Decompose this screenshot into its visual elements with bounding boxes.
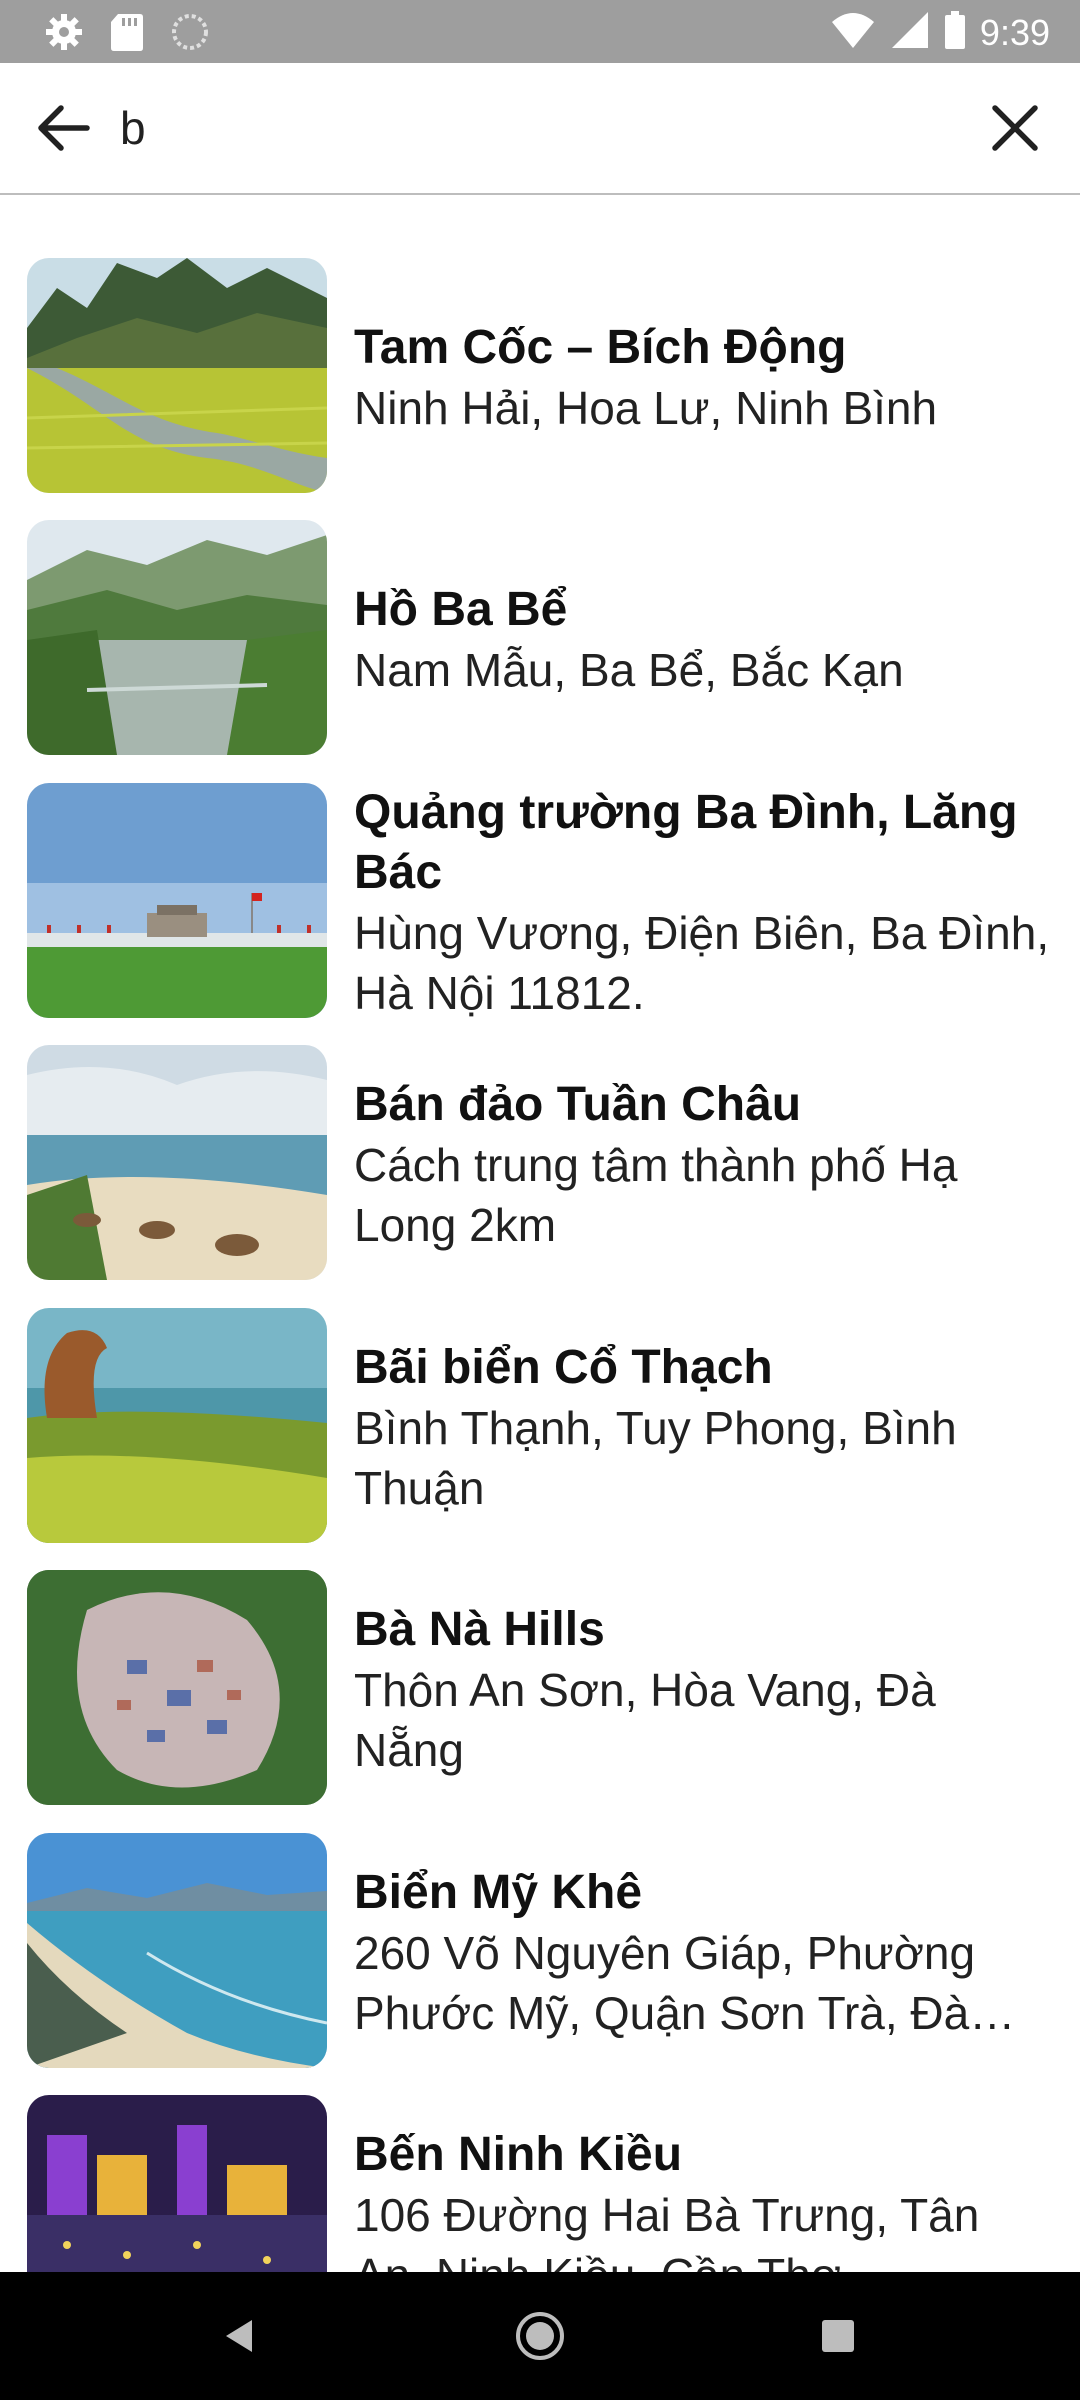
result-title: Quảng trường Ba Đình, Lăng Bác bbox=[354, 786, 1018, 899]
result-thumbnail bbox=[27, 1045, 327, 1280]
results-list: Tam Cốc – Bích Động Ninh Hải, Hoa Lư, Ni… bbox=[0, 195, 1080, 2272]
clear-search-button[interactable] bbox=[980, 93, 1050, 163]
result-title: Bến Ninh Kiều bbox=[354, 2128, 683, 2181]
back-button[interactable] bbox=[28, 93, 98, 163]
result-text: Tam Cốc – Bích Động Ninh Hải, Hoa Lư, Ni… bbox=[354, 318, 1054, 438]
result-thumbnail bbox=[27, 1570, 327, 1805]
result-text: Biển Mỹ Khê 260 Võ Nguyên Giáp, Phường P… bbox=[354, 1863, 1054, 2043]
settings-icon bbox=[44, 12, 84, 57]
result-item[interactable]: Bà Nà Hills Thôn An Sơn, Hòa Vang, Đà Nẵ… bbox=[0, 1570, 1080, 1832]
search-input[interactable] bbox=[120, 91, 940, 165]
close-icon bbox=[992, 105, 1038, 151]
navigation-bar bbox=[0, 2272, 1080, 2400]
result-thumbnail bbox=[27, 783, 327, 1018]
result-text: Bến Ninh Kiều 106 Đường Hai Bà Trưng, Tâ… bbox=[354, 2125, 1054, 2272]
result-title: Bà Nà Hills bbox=[354, 1603, 605, 1656]
nav-home-button[interactable] bbox=[510, 2306, 570, 2366]
result-title: Hồ Ba Bể bbox=[354, 583, 568, 636]
result-item[interactable]: Tam Cốc – Bích Động Ninh Hải, Hoa Lư, Ni… bbox=[0, 258, 1080, 520]
result-item[interactable]: Quảng trường Ba Đình, Lăng Bác Hùng Vươn… bbox=[0, 783, 1080, 1045]
status-bar: 9:39 bbox=[0, 0, 1080, 63]
result-text: Bãi biển Cổ Thạch Bình Thạnh, Tuy Phong,… bbox=[354, 1338, 1054, 1518]
cell-signal-icon bbox=[890, 10, 930, 55]
result-thumbnail bbox=[27, 520, 327, 755]
wifi-icon bbox=[830, 10, 876, 55]
result-title: Bãi biển Cổ Thạch bbox=[354, 1341, 773, 1394]
result-thumbnail bbox=[27, 1308, 327, 1543]
result-thumbnail bbox=[27, 258, 327, 493]
status-left-icons bbox=[44, 12, 210, 57]
recents-square-icon bbox=[822, 2320, 854, 2352]
result-item[interactable]: Bán đảo Tuần Châu Cách trung tâm thành p… bbox=[0, 1045, 1080, 1307]
result-address: Nam Mẫu, Ba Bể, Bắc Kạn bbox=[354, 644, 904, 696]
result-address: 106 Đường Hai Bà Trưng, Tân An, Ninh Kiề… bbox=[354, 2189, 980, 2272]
sd-card-icon bbox=[110, 12, 144, 57]
result-item[interactable]: Bãi biển Cổ Thạch Bình Thạnh, Tuy Phong,… bbox=[0, 1308, 1080, 1570]
result-title: Tam Cốc – Bích Động bbox=[354, 321, 847, 374]
result-thumbnail bbox=[27, 1833, 327, 2068]
result-title: Biển Mỹ Khê bbox=[354, 1866, 643, 1919]
result-address: Thôn An Sơn, Hòa Vang, Đà Nẵng bbox=[354, 1664, 936, 1776]
result-item[interactable]: Biển Mỹ Khê 260 Võ Nguyên Giáp, Phường P… bbox=[0, 1833, 1080, 2095]
result-text: Bán đảo Tuần Châu Cách trung tâm thành p… bbox=[354, 1075, 1054, 1255]
home-circle-icon bbox=[516, 2312, 564, 2360]
search-bar bbox=[0, 63, 1080, 195]
result-address: Hùng Vương, Điện Biên, Ba Đình, Hà Nội 1… bbox=[354, 907, 1050, 1019]
result-address: Cách trung tâm thành phố Hạ Long 2km bbox=[354, 1139, 958, 1251]
sync-icon bbox=[170, 12, 210, 57]
arrow-back-icon bbox=[38, 105, 90, 151]
result-item[interactable]: Hồ Ba Bể Nam Mẫu, Ba Bể, Bắc Kạn bbox=[0, 520, 1080, 782]
status-time: 9:39 bbox=[979, 11, 1050, 53]
nav-back-button[interactable] bbox=[210, 2306, 270, 2366]
back-triangle-icon bbox=[226, 2320, 252, 2352]
result-text: Quảng trường Ba Đình, Lăng Bác Hùng Vươn… bbox=[354, 783, 1054, 1023]
battery-icon bbox=[944, 10, 966, 55]
result-item[interactable]: Bến Ninh Kiều 106 Đường Hai Bà Trưng, Tâ… bbox=[0, 2095, 1080, 2272]
result-address: 260 Võ Nguyên Giáp, Phường Phước Mỹ, Quậ… bbox=[354, 1927, 1016, 2039]
nav-recents-button[interactable] bbox=[808, 2306, 868, 2366]
result-text: Bà Nà Hills Thôn An Sơn, Hòa Vang, Đà Nẵ… bbox=[354, 1600, 1054, 1780]
result-text: Hồ Ba Bể Nam Mẫu, Ba Bể, Bắc Kạn bbox=[354, 580, 1054, 700]
result-address: Bình Thạnh, Tuy Phong, Bình Thuận bbox=[354, 1402, 957, 1514]
result-title: Bán đảo Tuần Châu bbox=[354, 1078, 802, 1131]
result-address: Ninh Hải, Hoa Lư, Ninh Bình bbox=[354, 382, 938, 434]
result-thumbnail bbox=[27, 2095, 327, 2272]
status-right-icons: 9:39 bbox=[830, 10, 1050, 55]
